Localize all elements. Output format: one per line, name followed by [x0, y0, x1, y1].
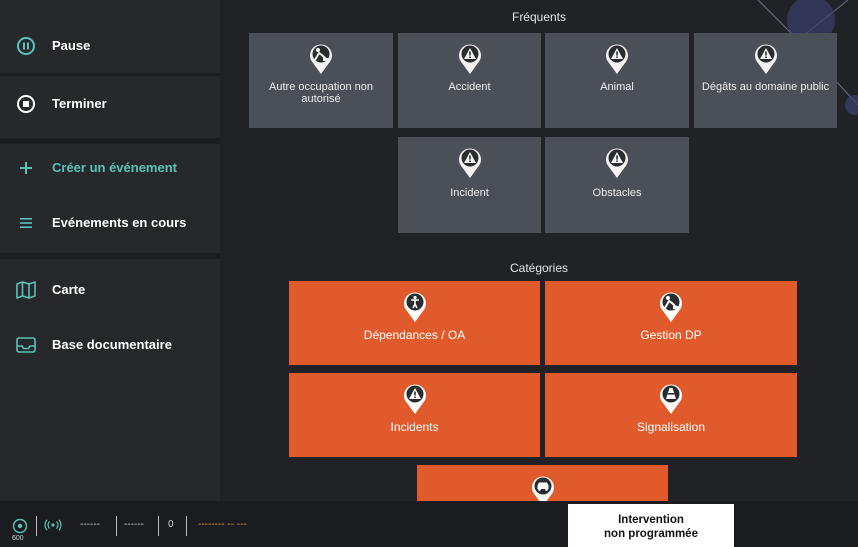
sidebar-item-base-documentaire[interactable]: Base documentaire: [0, 317, 220, 372]
sidebar-item-carte[interactable]: Carte: [0, 262, 220, 317]
map-icon: [12, 276, 40, 304]
sidebar-item-label: Créer un événement: [52, 160, 177, 175]
signal-icon: [44, 519, 62, 534]
intervention-non-programmee-button[interactable]: Intervention non programmée: [568, 504, 734, 547]
status-bar: 600 ------ ------ 0 -------- -- --- Inte…: [0, 501, 858, 547]
sidebar-item-label: Base documentaire: [52, 337, 172, 352]
divider: [0, 253, 220, 259]
warning-pin-icon: [603, 41, 631, 78]
field-1: ------: [80, 519, 100, 530]
tile-label: Accident: [448, 81, 491, 93]
list-icon: [12, 209, 40, 237]
category-label: Dépendances / OA: [363, 328, 466, 342]
sidebar-item-current-events[interactable]: Evénements en cours: [0, 195, 220, 250]
divider: [158, 516, 159, 536]
tile-incident[interactable]: Incident: [398, 137, 541, 233]
sidebar-item-create-event[interactable]: Créer un événement: [0, 140, 220, 195]
tile-animal[interactable]: Animal: [545, 33, 689, 128]
sidebar-item-label: Pause: [52, 38, 91, 53]
time-value: -------- -- ---: [198, 519, 247, 530]
category-signalisation[interactable]: Signalisation: [545, 373, 797, 457]
cone-pin-icon: [657, 381, 685, 418]
category-gestion-dp[interactable]: Gestion DP: [545, 281, 797, 365]
tile-label: Autre occupation non autorisé: [269, 81, 373, 105]
category-vehicule[interactable]: [417, 465, 668, 501]
inbox-icon: [12, 331, 40, 359]
sidebar-item-terminer[interactable]: Terminer: [0, 76, 220, 131]
warning-pin-icon: [456, 145, 484, 182]
divider: [116, 516, 117, 536]
tile-label: Obstacles: [592, 187, 642, 199]
tile-autre-occupation[interactable]: Autre occupation non autorisé: [249, 33, 393, 128]
sidebar-item-pause[interactable]: Pause: [0, 18, 220, 73]
intervention-line-2: non programmée: [604, 528, 698, 540]
sidebar-events-group: Créer un événement Evénements en cours: [0, 140, 220, 250]
warning-pin-icon: [456, 41, 484, 78]
category-label: Signalisation: [636, 420, 706, 434]
tile-label: Incident: [450, 187, 489, 199]
category-label: Gestion DP: [640, 328, 702, 342]
plus-icon: [12, 154, 40, 182]
app-root: Pause Terminer Créer un événement Evénem…: [0, 0, 858, 547]
pedestrian-pin-icon: [401, 289, 429, 326]
worker-icon: [307, 41, 335, 78]
stop-icon: [12, 90, 40, 118]
sidebar-item-label: Evénements en cours: [52, 215, 187, 230]
divider: [186, 516, 187, 536]
category-incidents[interactable]: Incidents: [289, 373, 540, 457]
tile-obstacles[interactable]: Obstacles: [545, 137, 689, 233]
frequents-title: Fréquents: [511, 10, 567, 24]
tile-degats-domaine-public[interactable]: Dégâts au domaine public: [694, 33, 837, 128]
sidebar: Pause Terminer Créer un événement Evénem…: [0, 0, 220, 501]
warning-pin-icon: [401, 381, 429, 418]
tile-accident[interactable]: Accident: [398, 33, 541, 128]
divider: [36, 516, 37, 536]
car-pin-icon: [529, 473, 557, 501]
sidebar-item-label: Terminer: [52, 96, 107, 111]
pause-icon: [12, 32, 40, 60]
tile-label: Dégâts au domaine public: [701, 81, 830, 93]
gps-value: 600: [12, 535, 24, 542]
field-2: ------: [124, 519, 144, 530]
warning-pin-icon: [752, 41, 780, 78]
warning-pin-icon: [603, 145, 631, 182]
category-label: Incidents: [390, 420, 439, 434]
count-value: 0: [168, 519, 174, 530]
category-dependances-oa[interactable]: Dépendances / OA: [289, 281, 540, 365]
sidebar-item-label: Carte: [52, 282, 86, 297]
sidebar-tools-group: Carte Base documentaire: [0, 262, 220, 372]
worker-pin-icon: [657, 289, 685, 326]
categories-title: Catégories: [509, 261, 569, 275]
main-content: Fréquents Autre occupation non autorisé …: [220, 0, 858, 501]
tile-label: Animal: [600, 81, 634, 93]
intervention-line-1: Intervention: [618, 514, 684, 526]
sidebar-session-group: Pause Terminer: [0, 18, 220, 131]
